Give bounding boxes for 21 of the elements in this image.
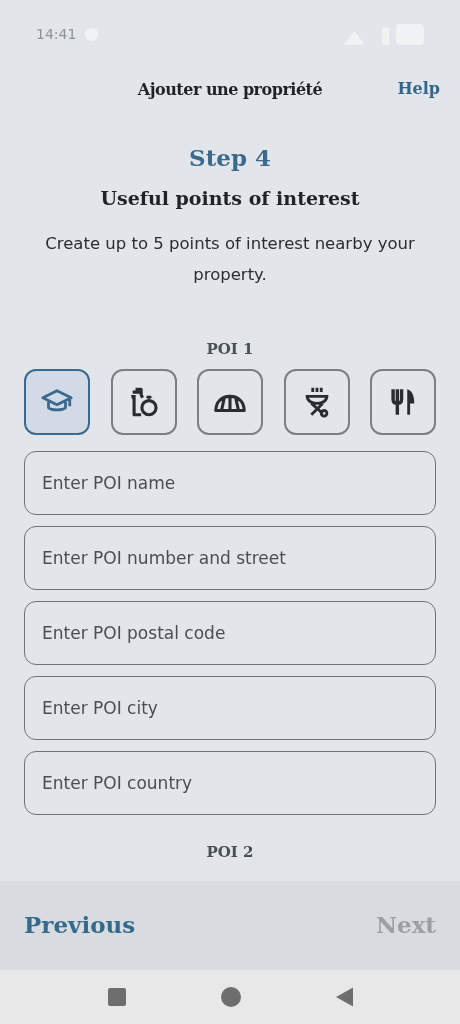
category-button[interactable] [197,368,263,435]
text-input-field[interactable]: Enter POI number and street [24,525,436,590]
status-time: 14:41 [36,25,77,44]
text-input-field[interactable]: Enter POI name [24,450,436,515]
step-label: Step 4 [188,143,272,173]
poi-section-label: POI 2 [205,841,255,863]
category-button[interactable] [283,368,350,435]
category-button[interactable] [370,368,436,435]
back-icon [335,987,353,1007]
poi-section-label: POI 1 [205,339,255,360]
category-button[interactable] [110,368,177,435]
previous-button[interactable]: Previous [24,908,136,943]
help-link[interactable]: Help [397,77,440,101]
text-input-field[interactable]: Enter POI country [24,750,436,815]
text-input-field[interactable]: Enter POI postal code [24,600,436,665]
home-icon [220,987,241,1007]
recent-apps-icon [107,987,126,1007]
step-title: Useful points of interest [99,185,361,211]
text-input-field[interactable]: Enter POI city [24,675,436,740]
step-description: Create up to 5 points of interest nearby your property. [44,233,416,286]
screen-title: Ajouter une propriété [137,79,323,101]
